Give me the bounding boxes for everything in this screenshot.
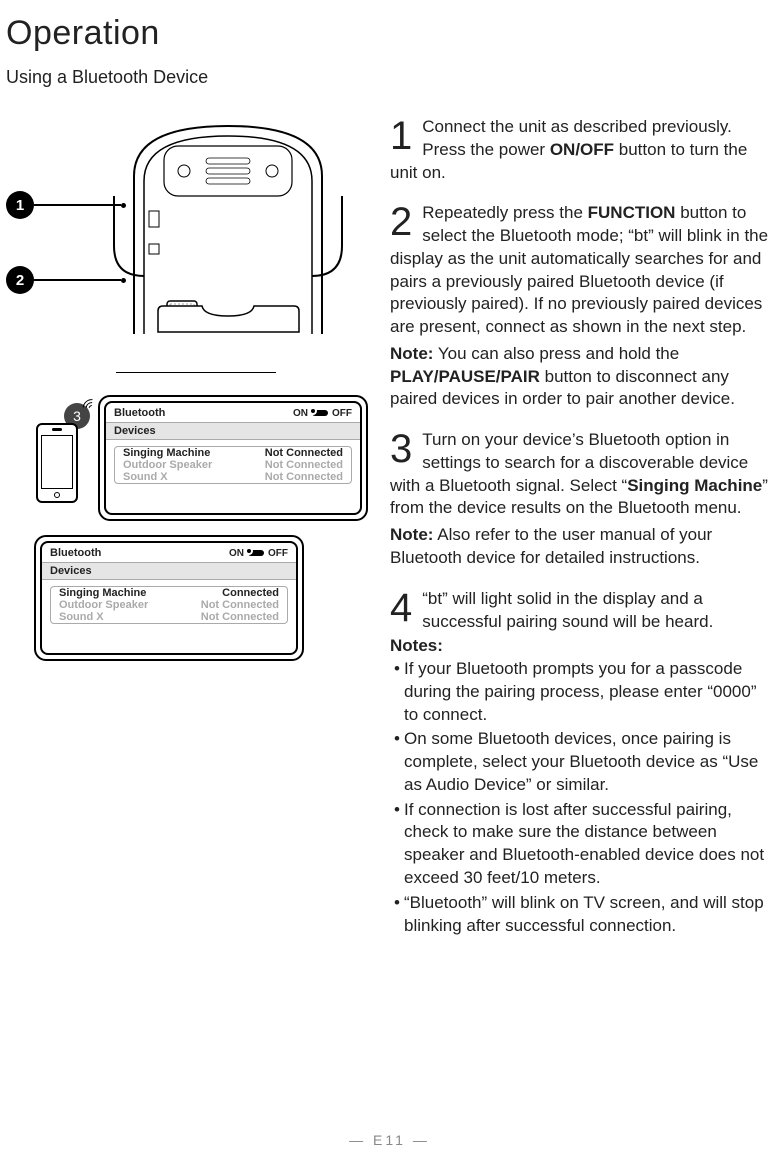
- bt-devices-label: Devices: [42, 562, 296, 580]
- step-number: 4: [390, 590, 412, 626]
- step-3: 3 Turn on your device’s Bluetooth option…: [390, 429, 772, 520]
- note-bullet: •“Bluetooth” will blink on TV screen, an…: [390, 892, 772, 938]
- bt-toggle-icon: ON OFF: [293, 408, 352, 419]
- bt-row-name: Sound X: [123, 471, 168, 483]
- step-2-note: Note: You can also press and hold the PL…: [390, 343, 772, 411]
- step-text: Repeatedly press the FUNCTION button to …: [390, 202, 772, 339]
- text-bold: Singing Machine: [627, 476, 762, 495]
- bt-row-sound-x: Sound X Not Connected: [51, 611, 287, 623]
- bt-devices-label: Devices: [106, 422, 360, 440]
- bt-device-list: Singing Machine Not Connected Outdoor Sp…: [114, 446, 352, 484]
- bt-row-singing-machine: Singing Machine Not Connected: [115, 447, 351, 459]
- bt-row-name: Singing Machine: [123, 447, 210, 459]
- bt-header-label: Bluetooth: [50, 547, 101, 559]
- step-text: Connect the unit as described previously…: [390, 116, 772, 184]
- step-number: 3: [390, 431, 412, 467]
- bt-toggle-icon: ON OFF: [229, 548, 288, 559]
- bt-header-row: Bluetooth ON OFF: [42, 543, 296, 562]
- text-part: button to select the Bluetooth mode; “bt…: [390, 203, 768, 336]
- bt-row-outdoor-speaker: Outdoor Speaker Not Connected: [115, 459, 351, 471]
- bt-row-name: Outdoor Speaker: [59, 599, 148, 611]
- step-4: 4 “bt” will light solid in the display a…: [390, 588, 772, 634]
- note-label: Note:: [390, 525, 433, 544]
- step-text: Turn on your device’s Bluetooth option i…: [390, 429, 772, 520]
- notes-header: Notes:: [390, 635, 772, 658]
- bluetooth-screens-area: Bluetooth ON OFF Devices Singing Machine…: [6, 395, 376, 725]
- bt-row-status: Not Connected: [265, 459, 343, 471]
- bt-row-name: Outdoor Speaker: [123, 459, 212, 471]
- note-bullet: •If your Bluetooth prompts you for a pas…: [390, 658, 772, 726]
- left-column: 1 2: [6, 116, 386, 939]
- bt-row-sound-x: Sound X Not Connected: [115, 471, 351, 483]
- bullet-text: If your Bluetooth prompts you for a pass…: [404, 658, 772, 726]
- text-part: Also refer to the user manual of your Bl…: [390, 525, 712, 567]
- page-title: Operation: [6, 14, 779, 53]
- text-bold: PLAY/PAUSE/PAIR: [390, 367, 540, 386]
- bt-row-status: Not Connected: [265, 471, 343, 483]
- off-label: OFF: [332, 408, 352, 419]
- bullet-text: “Bluetooth” will blink on TV screen, and…: [404, 892, 772, 938]
- bt-row-singing-machine: Singing Machine Connected: [51, 587, 287, 599]
- bt-row-name: Singing Machine: [59, 587, 146, 599]
- bullet-text: If connection is lost after successful p…: [404, 799, 772, 890]
- right-column: 1 Connect the unit as described previous…: [390, 116, 772, 939]
- callout-number-1: 1: [6, 191, 34, 219]
- on-label: ON: [293, 408, 308, 419]
- text-part: Repeatedly press the: [422, 203, 587, 222]
- bt-header-row: Bluetooth ON OFF: [106, 403, 360, 422]
- step-text: “bt” will light solid in the display and…: [390, 588, 772, 634]
- bluetooth-panel-after: Bluetooth ON OFF Devices Singing Machine…: [34, 535, 304, 661]
- note-label: Note:: [390, 344, 433, 363]
- note-bullet: •If connection is lost after successful …: [390, 799, 772, 890]
- step-2: 2 Repeatedly press the FUNCTION button t…: [390, 202, 772, 339]
- karaoke-device-illustration: [94, 116, 362, 334]
- bt-row-status: Connected: [222, 587, 279, 599]
- phone-icon: [36, 423, 78, 503]
- bt-device-list: Singing Machine Connected Outdoor Speake…: [50, 586, 288, 624]
- step-number: 1: [390, 118, 412, 154]
- step-1: 1 Connect the unit as described previous…: [390, 116, 772, 184]
- device-illustration-area: 1 2: [6, 116, 376, 346]
- callout-number-2: 2: [6, 266, 34, 294]
- bt-header-label: Bluetooth: [114, 407, 165, 419]
- step-3-note: Note: Also refer to the user manual of y…: [390, 524, 772, 570]
- text-bold: ON/OFF: [550, 140, 614, 159]
- bluetooth-panel-before: Bluetooth ON OFF Devices Singing Machine…: [98, 395, 368, 521]
- bt-row-status: Not Connected: [201, 599, 279, 611]
- bt-row-name: Sound X: [59, 611, 104, 623]
- step-number: 2: [390, 204, 412, 240]
- page-footer: — E11 —: [0, 1132, 779, 1148]
- section-title: Using a Bluetooth Device: [6, 67, 779, 88]
- on-label: ON: [229, 548, 244, 559]
- bt-row-status: Not Connected: [201, 611, 279, 623]
- content-columns: 1 2: [0, 116, 779, 939]
- text-bold: FUNCTION: [588, 203, 676, 222]
- text-part: You can also press and hold the: [433, 344, 679, 363]
- off-label: OFF: [268, 548, 288, 559]
- bt-row-outdoor-speaker: Outdoor Speaker Not Connected: [51, 599, 287, 611]
- section-divider: [116, 372, 276, 373]
- note-bullet: •On some Bluetooth devices, once pairing…: [390, 728, 772, 796]
- bullet-text: On some Bluetooth devices, once pairing …: [404, 728, 772, 796]
- bt-row-status: Not Connected: [265, 447, 343, 459]
